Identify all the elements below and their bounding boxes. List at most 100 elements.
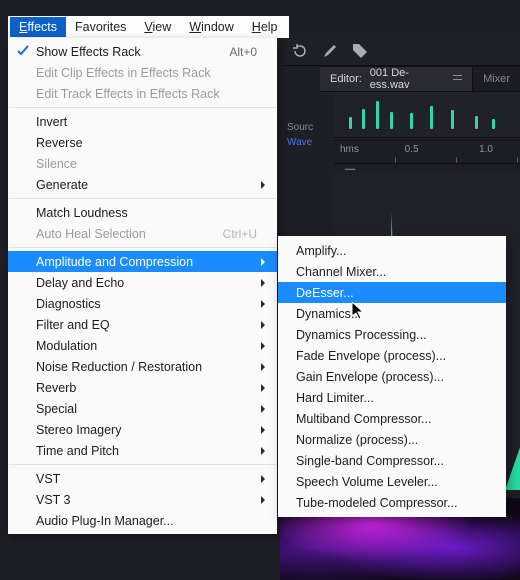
menu-item[interactable]: Generate xyxy=(8,174,277,195)
ruler-tick: hms xyxy=(340,144,359,155)
submenu-item[interactable]: Fade Envelope (process)... xyxy=(278,345,506,366)
source-label: Sourc xyxy=(287,122,331,133)
menu-item[interactable]: Audio Plug-In Manager... xyxy=(8,510,277,531)
menu-item[interactable]: Reverb xyxy=(8,377,277,398)
submenu-item[interactable]: Single-band Compressor... xyxy=(278,450,506,471)
tag-icon[interactable] xyxy=(352,43,368,59)
menu-item[interactable]: Delay and Echo xyxy=(8,272,277,293)
submenu-item[interactable]: DeEsser... xyxy=(278,282,506,303)
mixer-label[interactable]: Mixer xyxy=(473,73,520,85)
submenu-item-label: Dynamics Processing... xyxy=(296,328,427,342)
ruler-tick: 1.0 xyxy=(479,144,493,155)
menu-item[interactable]: Stereo Imagery xyxy=(8,419,277,440)
submenu-item[interactable]: Gain Envelope (process)... xyxy=(278,366,506,387)
amplitude-compression-submenu: Amplify... Channel Mixer... DeEsser... Dyna… xyxy=(278,236,506,517)
menu-item-label: Silence xyxy=(36,157,77,171)
waveform-overview[interactable] xyxy=(334,92,520,138)
menu-bar: EffectsFavoritesViewWindowHelp xyxy=(8,16,289,38)
menubar-item[interactable]: Window xyxy=(180,17,242,37)
submenu-item-label: DeEsser... xyxy=(296,286,354,300)
menu-item-label: Amplitude and Compression xyxy=(36,255,193,269)
menu-item[interactable]: Reverse xyxy=(8,132,277,153)
menu-item-label: Diagnostics xyxy=(36,297,101,311)
menu-item-label: Auto Heal Selection xyxy=(36,227,146,241)
menubar-item[interactable]: Favorites xyxy=(66,17,135,37)
menu-item-label: Modulation xyxy=(36,339,97,353)
submenu-item[interactable]: Speech Volume Leveler... xyxy=(278,471,506,492)
menu-item[interactable]: Diagnostics xyxy=(8,293,277,314)
menu-item-label: Reverse xyxy=(36,136,83,150)
menu-separator xyxy=(9,464,276,465)
menu-item-label: VST xyxy=(36,472,60,486)
menu-item-shortcut: Ctrl+U xyxy=(223,227,257,241)
menubar-item[interactable]: View xyxy=(135,17,180,37)
menu-item-label: Audio Plug-In Manager... xyxy=(36,514,174,528)
submenu-item-label: Normalize (process)... xyxy=(296,433,418,447)
mouse-cursor-icon xyxy=(352,302,366,320)
hamburger-icon[interactable] xyxy=(453,75,462,83)
menu-item[interactable]: Show Effects Rack Alt+0 xyxy=(8,41,277,62)
menu-item-label: Edit Track Effects in Effects Rack xyxy=(36,87,220,101)
menu-item-label: Show Effects Rack xyxy=(36,45,141,59)
menubar-item[interactable]: Effects xyxy=(10,17,66,37)
menu-item-label: Stereo Imagery xyxy=(36,423,121,437)
menu-item[interactable]: Modulation xyxy=(8,335,277,356)
menu-item-label: Generate xyxy=(36,178,88,192)
menu-item[interactable]: VST xyxy=(8,468,277,489)
submenu-item-label: Tube-modeled Compressor... xyxy=(296,496,457,510)
submenu-item[interactable]: Multiband Compressor... xyxy=(278,408,506,429)
submenu-item[interactable]: Channel Mixer... xyxy=(278,261,506,282)
menu-item: Auto Heal Selection Ctrl+U xyxy=(8,223,277,244)
submenu-item[interactable]: Tube-modeled Compressor... xyxy=(278,492,506,513)
editor-tab-prefix: Editor: xyxy=(330,73,362,85)
menu-item[interactable]: Special xyxy=(8,398,277,419)
submenu-item[interactable]: Hard Limiter... xyxy=(278,387,506,408)
menu-item[interactable]: Amplitude and Compression xyxy=(8,251,277,272)
submenu-item[interactable]: Amplify... xyxy=(278,240,506,261)
submenu-item[interactable]: Dynamics Processing... xyxy=(278,324,506,345)
menu-item[interactable]: Invert xyxy=(8,111,277,132)
ruler-tick: 0.5 xyxy=(405,144,419,155)
menu-item-label: Noise Reduction / Restoration xyxy=(36,360,202,374)
menu-separator xyxy=(9,198,276,199)
toolbar xyxy=(282,36,520,66)
menu-item-label: Match Loudness xyxy=(36,206,128,220)
submenu-item-label: Fade Envelope (process)... xyxy=(296,349,446,363)
menu-item-label: Special xyxy=(36,402,77,416)
menu-item: Edit Clip Effects in Effects Rack xyxy=(8,62,277,83)
check-icon xyxy=(16,44,30,58)
submenu-item-label: Hard Limiter... xyxy=(296,391,374,405)
menu-item[interactable]: Noise Reduction / Restoration xyxy=(8,356,277,377)
menu-item[interactable]: VST 3 xyxy=(8,489,277,510)
menu-item-label: Delay and Echo xyxy=(36,276,124,290)
menu-item: Silence xyxy=(8,153,277,174)
editor-tab[interactable]: Editor: 001 De-ess.wav xyxy=(320,67,473,91)
menu-separator xyxy=(9,247,276,248)
menu-item-label: VST 3 xyxy=(36,493,71,507)
submenu-item[interactable]: Dynamics... xyxy=(278,303,506,324)
submenu-item-label: Single-band Compressor... xyxy=(296,454,444,468)
menu-item-label: Edit Clip Effects in Effects Rack xyxy=(36,66,211,80)
menubar-item[interactable]: Help xyxy=(243,17,287,37)
editor-tab-filename: 001 De-ess.wav xyxy=(370,67,445,91)
refresh-icon[interactable] xyxy=(292,43,308,59)
menu-item[interactable]: Match Loudness xyxy=(8,202,277,223)
effects-menu: Show Effects Rack Alt+0 Edit Clip Effects … xyxy=(8,38,277,534)
submenu-item-label: Multiband Compressor... xyxy=(296,412,431,426)
menu-item[interactable]: Time and Pitch xyxy=(8,440,277,461)
time-ruler[interactable]: hms 0.5 1.0 xyxy=(334,140,520,164)
editor-header: Editor: 001 De-ess.wav Mixer xyxy=(320,66,520,92)
menu-item: Edit Track Effects in Effects Rack xyxy=(8,83,277,104)
menu-item-label: Filter and EQ xyxy=(36,318,110,332)
brush-icon[interactable] xyxy=(322,43,338,59)
menu-item-label: Reverb xyxy=(36,381,76,395)
menu-item[interactable]: Filter and EQ xyxy=(8,314,277,335)
submenu-item[interactable]: Normalize (process)... xyxy=(278,429,506,450)
menu-item-label: Time and Pitch xyxy=(36,444,119,458)
submenu-item-label: Amplify... xyxy=(296,244,346,258)
submenu-item-label: Channel Mixer... xyxy=(296,265,386,279)
wave-label[interactable]: Wave xyxy=(287,137,331,148)
menu-item-label: Invert xyxy=(36,115,67,129)
menu-item-shortcut: Alt+0 xyxy=(229,45,257,59)
panel-labels: Sourc Wave xyxy=(283,118,331,148)
